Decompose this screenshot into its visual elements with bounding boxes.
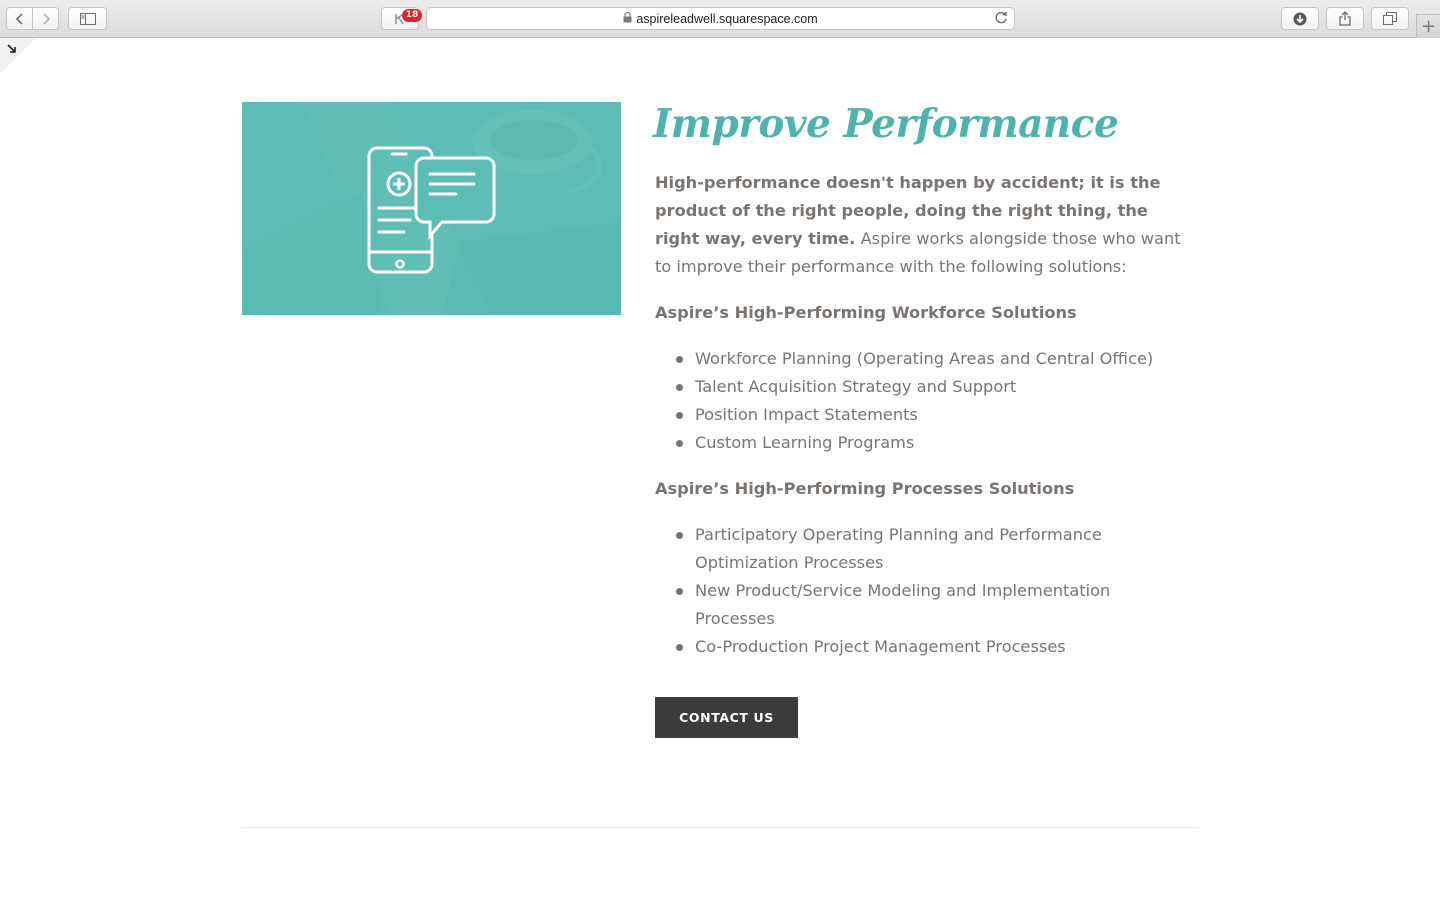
chevron-right-icon: [42, 12, 50, 25]
back-button[interactable]: [6, 7, 33, 30]
section-image: [242, 102, 621, 315]
new-tab-button[interactable]: +: [1416, 14, 1440, 38]
intro-paragraph: High-performance doesn't happen by accid…: [655, 169, 1185, 281]
corner-fold: [0, 38, 36, 74]
browser-toolbar: 18 aspireleadwell.squarespace.com +: [0, 0, 1440, 38]
sidebar-icon: [79, 12, 96, 25]
list-item: Position Impact Statements: [655, 401, 1195, 429]
list-item: Custom Learning Programs: [655, 429, 1195, 457]
lock-icon: [623, 11, 632, 26]
workforce-heading: Aspire’s High-Performing Workforce Solut…: [655, 303, 1077, 322]
section-divider: [241, 827, 1199, 828]
list-item: Workforce Planning (Operating Areas and …: [655, 345, 1195, 373]
contact-us-button[interactable]: CONTACT US: [655, 697, 798, 738]
expand-arrow-icon[interactable]: [7, 44, 17, 54]
list-item: Co-Production Project Management Process…: [655, 633, 1195, 661]
url-text: aspireleadwell.squarespace.com: [636, 11, 818, 26]
forward-button[interactable]: [32, 7, 59, 30]
phone-chat-illustration: [242, 102, 621, 315]
section-content: Improve Performance High-performance doe…: [653, 100, 1200, 738]
sidebar-button[interactable]: [68, 7, 107, 30]
download-icon: [1293, 12, 1307, 25]
address-bar[interactable]: aspireleadwell.squarespace.com: [426, 7, 1015, 30]
tabs-button[interactable]: [1371, 7, 1409, 30]
list-item: New Product/Service Modeling and Impleme…: [655, 577, 1195, 633]
reload-icon[interactable]: [995, 11, 1008, 28]
share-button[interactable]: [1326, 7, 1364, 30]
list-item: Participatory Operating Planning and Per…: [655, 521, 1195, 577]
chevron-left-icon: [15, 12, 23, 25]
processes-heading: Aspire’s High-Performing Processes Solut…: [655, 479, 1075, 498]
share-icon: [1339, 11, 1351, 26]
tabs-icon: [1383, 12, 1397, 25]
workforce-list: Workforce Planning (Operating Areas and …: [655, 345, 1200, 457]
processes-list: Participatory Operating Planning and Per…: [655, 521, 1200, 661]
plus-icon: +: [1420, 16, 1437, 37]
list-item: Talent Acquisition Strategy and Support: [655, 373, 1195, 401]
extension-badge: 18: [402, 9, 422, 22]
download-button[interactable]: [1281, 7, 1319, 30]
nav-buttons: [6, 7, 60, 30]
page-title: Improve Performance: [653, 101, 1119, 147]
